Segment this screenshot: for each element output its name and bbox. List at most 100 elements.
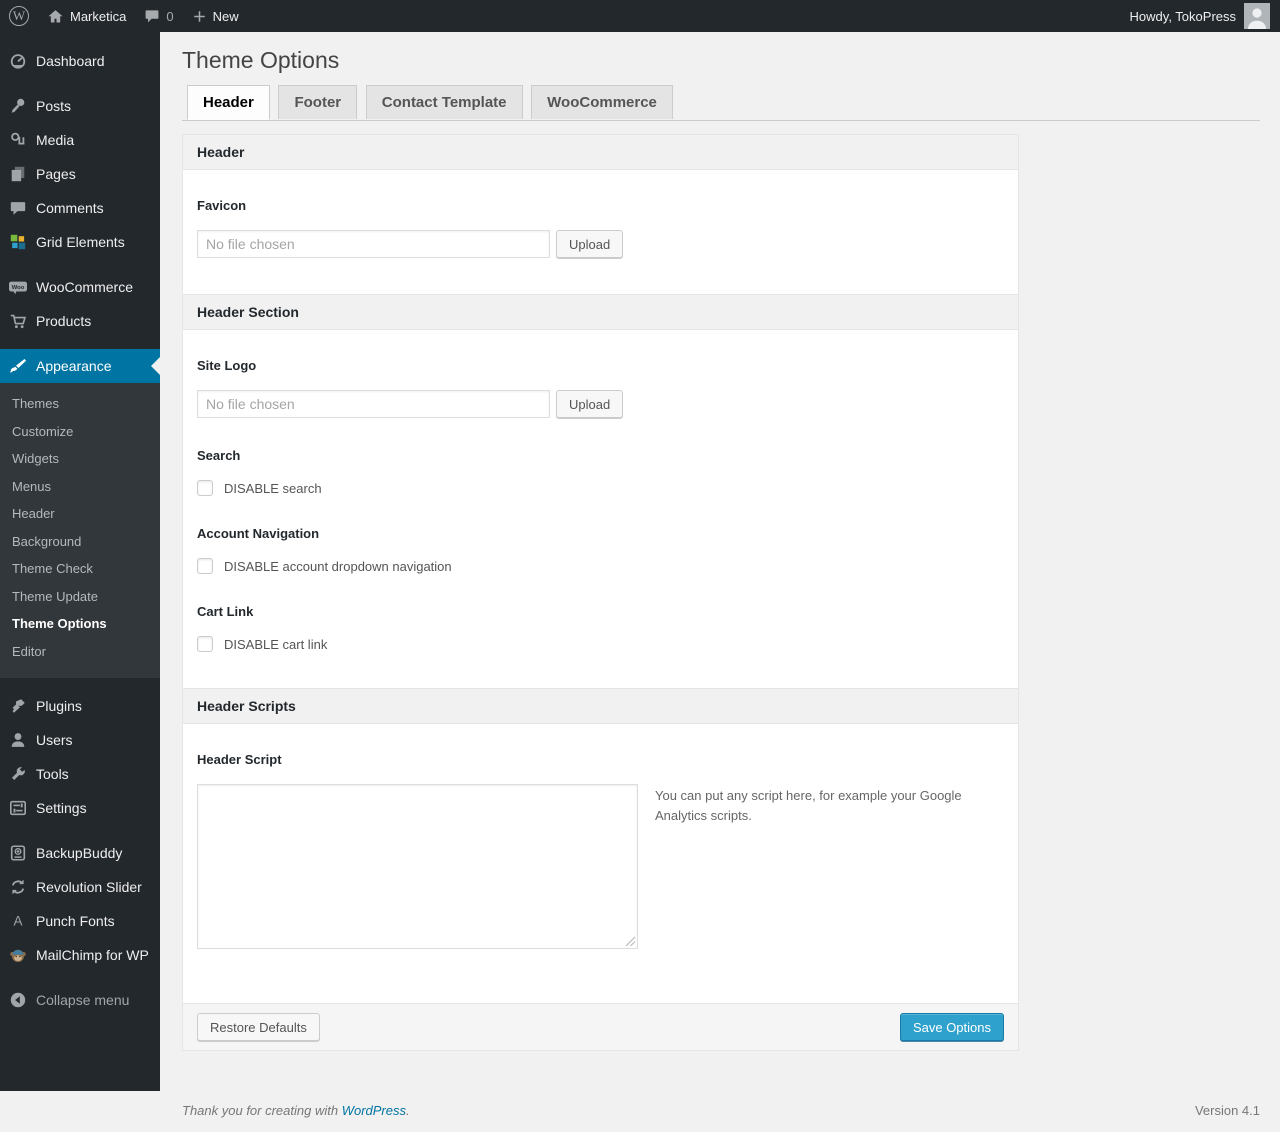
disable-account-nav-label: DISABLE account dropdown navigation — [224, 559, 452, 574]
submenu-item-widgets[interactable]: Widgets — [0, 445, 160, 473]
svg-text:A: A — [13, 914, 22, 929]
sidebar-item-dashboard[interactable]: Dashboard — [0, 44, 160, 78]
menu-separator — [0, 259, 160, 270]
footer-thanks: Thank you for creating with WordPress. — [182, 1103, 410, 1118]
wrench-icon — [0, 765, 36, 783]
header-script-help: You can put any script here, for example… — [655, 786, 975, 826]
sidebar-item-label: Plugins — [36, 689, 82, 723]
header-script-textarea[interactable] — [197, 784, 638, 949]
submenu-item-theme-options[interactable]: Theme Options — [0, 610, 160, 638]
submenu-item-themes[interactable]: Themes — [0, 390, 160, 418]
comments-shortcut[interactable]: 0 — [135, 0, 182, 32]
disable-cart-link-checkbox[interactable] — [197, 636, 213, 652]
wordpress-logo-menu[interactable]: W — [0, 0, 38, 32]
sidebar-item-label: Comments — [36, 191, 104, 225]
tab-footer[interactable]: Footer — [278, 85, 357, 119]
cart-icon — [0, 312, 36, 330]
sidebar-item-grid-elements[interactable]: Grid Elements — [0, 225, 160, 259]
sidebar-item-label: Collapse menu — [36, 983, 129, 1017]
site-logo-upload-button[interactable]: Upload — [556, 390, 623, 418]
page-title: Theme Options — [182, 32, 1260, 85]
sidebar-item-label: Appearance — [36, 349, 112, 383]
sidebar-item-comments[interactable]: Comments — [0, 191, 160, 225]
sidebar-item-label: Media — [36, 123, 74, 157]
collapse-arrow-icon — [0, 991, 36, 1009]
disable-search-label: DISABLE search — [224, 481, 322, 496]
sidebar-item-label: Grid Elements — [36, 225, 125, 259]
sidebar-item-posts[interactable]: Posts — [0, 89, 160, 123]
media-icon — [0, 131, 36, 149]
submenu-item-menus[interactable]: Menus — [0, 473, 160, 501]
site-logo-label: Site Logo — [197, 358, 1004, 373]
sidebar-item-settings[interactable]: Settings — [0, 791, 160, 825]
comment-bubble-icon — [144, 8, 160, 24]
site-logo-file-input[interactable] — [197, 390, 550, 418]
submenu-item-editor[interactable]: Editor — [0, 638, 160, 666]
section-title: Header Section — [183, 294, 1018, 330]
favicon-file-input[interactable] — [197, 230, 550, 258]
sidebar-item-punch-fonts[interactable]: A Punch Fonts — [0, 904, 160, 938]
wordpress-link[interactable]: WordPress — [342, 1103, 406, 1118]
tab-woocommerce[interactable]: WooCommerce — [531, 85, 673, 119]
svg-text:Woo: Woo — [12, 285, 25, 291]
howdy-text[interactable]: Howdy, TokoPress — [1130, 9, 1236, 24]
disable-account-nav-checkbox[interactable] — [197, 558, 213, 574]
main-content: Theme Options Header Footer Contact Temp… — [160, 0, 1280, 1132]
tab-bar: Header Footer Contact Template WooCommer… — [182, 85, 1260, 121]
sidebar-item-appearance[interactable]: Appearance — [0, 349, 160, 383]
submenu-item-theme-update[interactable]: Theme Update — [0, 583, 160, 611]
tab-header[interactable]: Header — [187, 85, 270, 120]
cart-link-label: Cart Link — [197, 604, 1004, 619]
collapse-menu-button[interactable]: Collapse menu — [0, 983, 160, 1017]
plus-icon — [192, 9, 207, 24]
sidebar-item-products[interactable]: Products — [0, 304, 160, 338]
submenu-item-background[interactable]: Background — [0, 528, 160, 556]
comment-count: 0 — [166, 9, 173, 24]
sidebar-item-woocommerce[interactable]: Woo WooCommerce — [0, 270, 160, 304]
new-content-menu[interactable]: New — [183, 0, 248, 32]
plugin-icon — [0, 697, 36, 715]
backup-drive-icon — [0, 844, 36, 862]
submenu-item-header[interactable]: Header — [0, 500, 160, 528]
refresh-arrows-icon — [0, 878, 36, 896]
avatar[interactable] — [1244, 3, 1270, 29]
sidebar-item-label: Products — [36, 304, 91, 338]
header-script-label: Header Script — [197, 752, 1004, 767]
favicon-upload-button[interactable]: Upload — [556, 230, 623, 258]
theme-options-panel: Header Favicon Upload Header Section Sit… — [182, 134, 1019, 1051]
search-field: Search DISABLE search — [197, 448, 1004, 496]
disable-search-checkbox[interactable] — [197, 480, 213, 496]
search-label: Search — [197, 448, 1004, 463]
current-menu-arrow — [142, 357, 160, 375]
letter-a-icon: A — [0, 912, 36, 930]
sidebar-item-media[interactable]: Media — [0, 123, 160, 157]
section-header-section: Header Section Site Logo Upload Search D… — [183, 294, 1018, 688]
sidebar-item-tools[interactable]: Tools — [0, 757, 160, 791]
restore-defaults-button[interactable]: Restore Defaults — [197, 1013, 320, 1041]
sidebar-item-label: Punch Fonts — [36, 904, 115, 938]
admin-bar: W Marketica 0 New Howdy, TokoPress — [0, 0, 1280, 32]
paintbrush-icon — [0, 357, 36, 375]
menu-separator — [0, 338, 160, 349]
sidebar-item-label: MailChimp for WP — [36, 938, 149, 972]
site-name-link[interactable]: Marketica — [38, 0, 135, 32]
submenu-item-theme-check[interactable]: Theme Check — [0, 555, 160, 583]
section-header: Header Favicon Upload — [183, 135, 1018, 294]
tab-contact-template[interactable]: Contact Template — [366, 85, 523, 119]
sidebar-item-backupbuddy[interactable]: BackupBuddy — [0, 836, 160, 870]
admin-sidebar: Dashboard Posts Media Pages Comments Gri… — [0, 32, 160, 1091]
pushpin-icon — [0, 97, 36, 115]
submenu-item-customize[interactable]: Customize — [0, 418, 160, 446]
sliders-icon — [0, 799, 36, 817]
sidebar-item-users[interactable]: Users — [0, 723, 160, 757]
sidebar-item-pages[interactable]: Pages — [0, 157, 160, 191]
sidebar-item-mailchimp[interactable]: MailChimp for WP — [0, 938, 160, 972]
save-options-button[interactable]: Save Options — [900, 1013, 1004, 1041]
sidebar-item-plugins[interactable]: Plugins — [0, 689, 160, 723]
sidebar-item-label: Tools — [36, 757, 69, 791]
woo-badge-icon: Woo — [0, 278, 36, 296]
footer-thanks-prefix: Thank you for creating with — [182, 1103, 342, 1118]
sidebar-item-revolution-slider[interactable]: Revolution Slider — [0, 870, 160, 904]
disable-cart-link-label: DISABLE cart link — [224, 637, 327, 652]
favicon-field: Favicon Upload — [197, 198, 1004, 258]
